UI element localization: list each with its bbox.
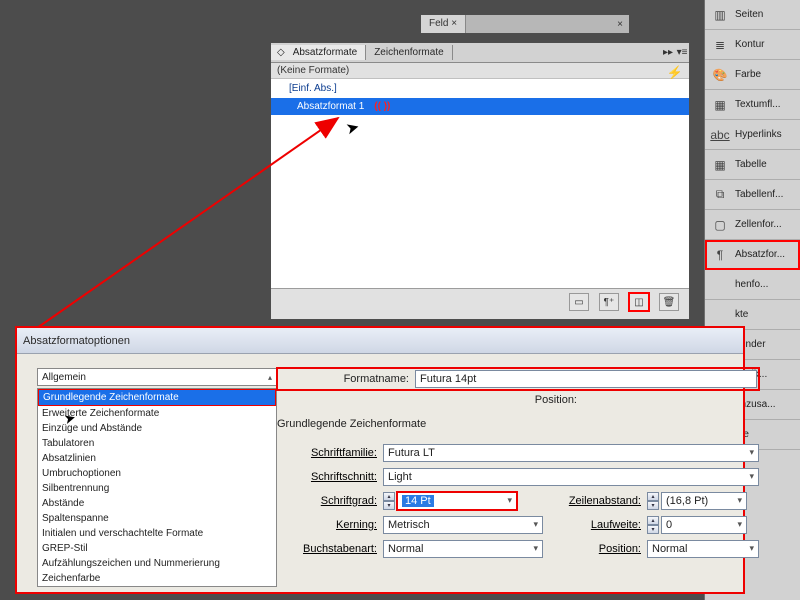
panel-seiten[interactable]: ▥ Seiten	[705, 0, 800, 30]
footer-clear-icon[interactable]: ¶⁺	[599, 293, 619, 311]
font-family-label: Schriftfamilie:	[277, 447, 377, 459]
pages-icon: ▥	[711, 7, 729, 23]
tab-zeichenformate[interactable]: Zeichenformate	[366, 45, 452, 60]
stroke-icon: ≣	[711, 37, 729, 53]
category-item[interactable]: Absatzlinien	[38, 451, 276, 466]
style-row-basic[interactable]: [Einf. Abs.]	[271, 79, 689, 98]
footer-newstyle-button[interactable]: ◫	[629, 293, 649, 311]
panel-subtitle: (Keine Formate)	[271, 63, 689, 79]
hyperlink-icon: abc	[711, 127, 729, 143]
position-select[interactable]: Normal	[647, 540, 759, 558]
font-family-select[interactable]: Futura LT	[383, 444, 759, 462]
font-style-select[interactable]: Light	[383, 468, 759, 486]
textwrap-icon: ▦	[711, 97, 729, 113]
font-style-label: Schriftschnitt:	[277, 471, 377, 483]
kerning-label: Kerning:	[277, 519, 377, 531]
footer-trash-icon[interactable]: 🗑	[659, 293, 679, 311]
category-item[interactable]: GREP-Stil	[38, 541, 276, 556]
tracking-field[interactable]: 0	[661, 516, 747, 534]
font-size-stepper[interactable]: ▴▾	[383, 492, 395, 510]
style-options-dialog: Absatzformatoptionen Allgemein▴ Grundleg…	[15, 326, 745, 594]
position-label: Position:	[549, 543, 641, 555]
position-label-top: Position:	[277, 394, 577, 406]
font-size-field[interactable]: 14 Pt	[397, 492, 517, 510]
font-size-label: Schriftgrad:	[277, 495, 377, 507]
panel-collapse-icon[interactable]: ▸▸	[661, 47, 675, 58]
leading-field[interactable]: (16,8 Pt)	[661, 492, 747, 510]
footer-folder-icon[interactable]: ▭	[569, 293, 589, 311]
absatzformate-panel: ◇Absatzformate Zeichenformate ▸▸ ▾≡ (Kei…	[270, 42, 690, 320]
category-item[interactable]: Initialen und verschachtelte Formate	[38, 526, 276, 541]
category-item[interactable]: Silbentrennung	[38, 481, 276, 496]
tab-absatzformate[interactable]: ◇Absatzformate	[271, 45, 366, 60]
formatname-label: Formatname:	[279, 373, 409, 385]
case-select[interactable]: Normal	[383, 540, 543, 558]
case-label: Buchstabenart:	[277, 543, 377, 555]
panel-kontur[interactable]: ≣ Kontur	[705, 30, 800, 60]
category-item[interactable]: Zeichenfarbe	[38, 571, 276, 586]
category-item[interactable]: Tabulatoren	[38, 436, 276, 451]
leading-label: Zeilenabstand:	[549, 495, 641, 507]
table-icon: ▦	[711, 157, 729, 173]
panel-more-1[interactable]: henfo...	[705, 270, 800, 300]
panel-textumfl[interactable]: ▦ Textumfl...	[705, 90, 800, 120]
panel-absatzfor[interactable]: ¶ Absatzfor...	[705, 240, 800, 270]
color-icon: 🎨	[711, 67, 729, 83]
category-item[interactable]: Spaltenspanne	[38, 511, 276, 526]
doc-tab[interactable]: Feld ×	[421, 15, 466, 33]
category-item[interactable]: Abstände	[38, 496, 276, 511]
category-item-selected[interactable]: Grundlegende Zeichenformate	[38, 389, 276, 406]
tracking-stepper[interactable]: ▴▾	[647, 516, 659, 534]
cellstyle-icon: ▢	[711, 217, 729, 233]
panel-farbe[interactable]: 🎨 Farbe	[705, 60, 800, 90]
kerning-select[interactable]: Metrisch	[383, 516, 543, 534]
parastyle-icon: ¶	[711, 247, 729, 263]
document-tabbar: Feld × ×	[420, 14, 630, 34]
style-row-selected[interactable]: Absatzformat 1 (( ))	[271, 98, 689, 115]
section-heading: Grundlegende Zeichenformate	[277, 418, 759, 430]
category-item[interactable]: Aufzählungszeichen und Nummerierung	[38, 556, 276, 571]
panel-zellenfor[interactable]: ▢ Zellenfor...	[705, 210, 800, 240]
panel-menu-icon[interactable]: ▾≡	[675, 47, 689, 58]
category-combo[interactable]: Allgemein▴	[37, 368, 277, 386]
tablestyle-icon: ⧉	[711, 187, 729, 203]
leading-stepper[interactable]: ▴▾	[647, 492, 659, 510]
panel-tabelle[interactable]: ▦ Tabelle	[705, 150, 800, 180]
tracking-label: Laufweite:	[549, 519, 641, 531]
formatname-field[interactable]: Futura 14pt	[415, 370, 757, 388]
dialog-title: Absatzformatoptionen	[17, 328, 743, 354]
tabbar-close-icon[interactable]: ×	[611, 19, 629, 30]
panel-tabellenf[interactable]: ⧉ Tabellenf...	[705, 180, 800, 210]
category-item[interactable]: Umbruchoptionen	[38, 466, 276, 481]
panel-hyperlinks[interactable]: abc Hyperlinks	[705, 120, 800, 150]
